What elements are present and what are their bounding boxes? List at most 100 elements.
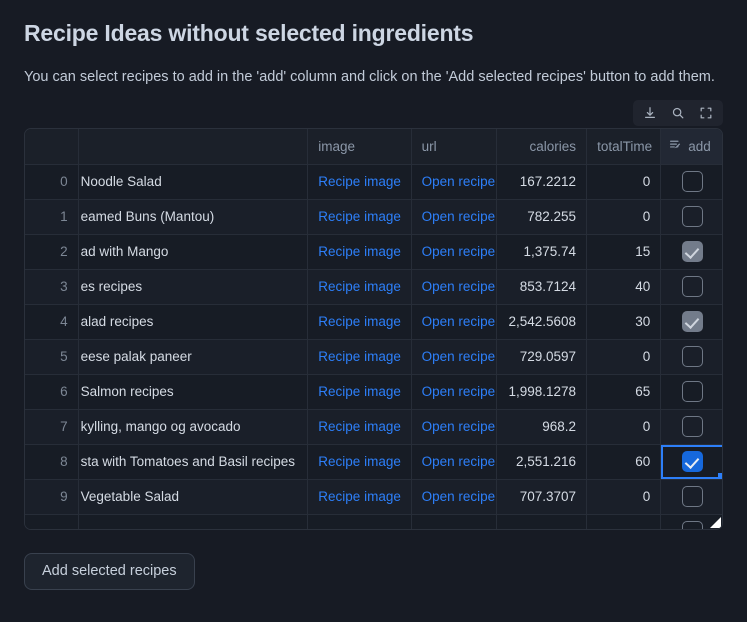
recipes-data-grid[interactable]: image url calories totalTime add 0 Noodl…: [24, 128, 723, 530]
cell-image-link[interactable]: Recipe image: [307, 304, 412, 340]
cell-image-link[interactable]: Recipe image: [307, 234, 412, 270]
cell-image-link[interactable]: Recipe image: [307, 479, 412, 515]
add-checkbox-checked[interactable]: [682, 241, 704, 262]
cell-url-link-anchor[interactable]: Open recipe: [422, 174, 496, 189]
add-checkbox-checked[interactable]: [682, 311, 704, 332]
cell-calories[interactable]: 782.255: [496, 199, 588, 235]
cell-totaltime[interactable]: 0: [586, 164, 662, 200]
cell-name[interactable]: kylling, mango og avocado: [78, 409, 309, 445]
column-header-url[interactable]: url: [411, 129, 497, 165]
table-row[interactable]: 5 eese palak paneer Recipe image Open recip…: [25, 339, 722, 375]
cell-image-link[interactable]: Recipe image: [307, 339, 412, 375]
cell-calories[interactable]: 1,375.74: [496, 234, 588, 270]
cell-url-link[interactable]: Open recipe: [411, 234, 497, 270]
cell-image-link[interactable]: Recipe image: [307, 444, 412, 480]
add-checkbox-unchecked[interactable]: [682, 346, 704, 367]
cell-image-link-anchor[interactable]: Recipe image: [318, 419, 401, 434]
cell-calories[interactable]: 729.0597: [496, 339, 588, 375]
add-checkbox-unchecked[interactable]: [682, 171, 704, 192]
cell-index[interactable]: 4: [25, 304, 79, 340]
cell-image-link[interactable]: Recipe image: [307, 269, 412, 305]
cell-index[interactable]: 2: [25, 234, 79, 270]
cell-name[interactable]: Vegetable Salad: [78, 479, 309, 515]
column-header-index[interactable]: [25, 129, 79, 165]
cell-totaltime[interactable]: 0: [586, 479, 662, 515]
cell-url-link-anchor[interactable]: Open recipe: [422, 279, 496, 294]
column-header-image[interactable]: image: [307, 129, 412, 165]
add-checkbox-unchecked[interactable]: [682, 486, 704, 507]
cell-url-link-anchor[interactable]: Open recipe: [422, 244, 496, 259]
cell-index[interactable]: 5: [25, 339, 79, 375]
cell-add[interactable]: [660, 339, 722, 375]
table-row[interactable]: 2 ad with Mango Recipe image Open recipe 1,3…: [25, 234, 722, 270]
column-header-add[interactable]: add: [660, 129, 722, 165]
table-row[interactable]: 6 Salmon recipes Recipe image Open recipe 1,…: [25, 374, 722, 410]
table-row[interactable]: 7 kylling, mango og avocado Recipe image Op…: [25, 409, 722, 445]
cell-totaltime[interactable]: 65: [586, 374, 662, 410]
download-icon[interactable]: [638, 103, 662, 123]
cell-name[interactable]: ad with Mango: [78, 234, 309, 270]
table-row[interactable]: 8 sta with Tomatoes and Basil recipes Reci…: [25, 444, 722, 480]
cell-url-link-anchor[interactable]: Open recipe: [422, 489, 496, 504]
add-checkbox-unchecked[interactable]: [682, 521, 704, 529]
cell-add[interactable]: [660, 164, 722, 200]
fullscreen-icon[interactable]: [694, 103, 718, 123]
search-icon[interactable]: [666, 103, 690, 123]
cell-index[interactable]: 0: [25, 164, 79, 200]
cell-image-link[interactable]: Recipe image: [307, 374, 412, 410]
cell-image-link-anchor[interactable]: Recipe image: [318, 349, 401, 364]
cell-image-link-anchor[interactable]: Recipe image: [318, 174, 401, 189]
table-row[interactable]: 9 Vegetable Salad Recipe image Open recipe 7…: [25, 479, 722, 515]
cell-calories[interactable]: 1,998.1278: [496, 374, 588, 410]
cell-name[interactable]: [78, 514, 309, 529]
cell-add[interactable]: [660, 374, 722, 410]
cell-url-link[interactable]: Open recipe: [411, 269, 497, 305]
cell-totaltime[interactable]: 30: [586, 304, 662, 340]
add-checkbox-unchecked[interactable]: [682, 276, 704, 297]
cell-url-link[interactable]: Open recipe: [411, 304, 497, 340]
cell-url-link-anchor[interactable]: Open recipe: [422, 209, 496, 224]
cell-image-link-anchor[interactable]: Recipe image: [318, 314, 401, 329]
add-selected-recipes-button[interactable]: Add selected recipes: [24, 553, 195, 590]
add-checkbox-unchecked[interactable]: [682, 206, 704, 227]
cell-index[interactable]: 1: [25, 199, 79, 235]
cell-add[interactable]: [660, 234, 722, 270]
cell-url-link[interactable]: Open recipe: [411, 339, 497, 375]
cell-totaltime[interactable]: 0: [586, 199, 662, 235]
cell-name[interactable]: eamed Buns (Mantou): [78, 199, 309, 235]
column-header-totaltime[interactable]: totalTime: [586, 129, 662, 165]
cell-index[interactable]: [25, 514, 79, 529]
table-row[interactable]: 0 Noodle Salad Recipe image Open recipe 167.…: [25, 164, 722, 200]
cell-index[interactable]: 6: [25, 374, 79, 410]
cell-calories[interactable]: 853.7124: [496, 269, 588, 305]
add-checkbox-unchecked[interactable]: [682, 416, 704, 437]
cell-image-link-anchor[interactable]: Recipe image: [318, 489, 401, 504]
cell-name[interactable]: Salmon recipes: [78, 374, 309, 410]
cell-index[interactable]: 8: [25, 444, 79, 480]
cell-index[interactable]: 3: [25, 269, 79, 305]
cell-image-link-anchor[interactable]: Recipe image: [318, 384, 401, 399]
cell-image-link[interactable]: [307, 514, 412, 529]
cell-name[interactable]: sta with Tomatoes and Basil recipes: [78, 444, 309, 480]
cell-url-link[interactable]: Open recipe: [411, 199, 497, 235]
cell-url-link[interactable]: [411, 514, 497, 529]
table-row[interactable]: 3 es recipes Recipe image Open recipe 853.71…: [25, 269, 722, 305]
cell-url-link-anchor[interactable]: Open recipe: [422, 314, 496, 329]
cell-url-link-anchor[interactable]: Open recipe: [422, 419, 496, 434]
cell-name[interactable]: es recipes: [78, 269, 309, 305]
column-header-name[interactable]: [78, 129, 309, 165]
cell-image-link[interactable]: Recipe image: [307, 164, 412, 200]
cell-add[interactable]: [660, 444, 722, 480]
cell-url-link-anchor[interactable]: Open recipe: [422, 349, 496, 364]
cell-calories[interactable]: [496, 514, 588, 529]
cell-url-link[interactable]: Open recipe: [411, 444, 497, 480]
cell-add[interactable]: [660, 479, 722, 515]
cell-totaltime[interactable]: 0: [586, 409, 662, 445]
cell-calories[interactable]: 968.2: [496, 409, 588, 445]
table-row[interactable]: [25, 514, 722, 529]
cell-calories[interactable]: 707.3707: [496, 479, 588, 515]
cell-image-link-anchor[interactable]: Recipe image: [318, 454, 401, 469]
table-row[interactable]: 4 alad recipes Recipe image Open recipe 2,54…: [25, 304, 722, 340]
cell-name[interactable]: alad recipes: [78, 304, 309, 340]
add-checkbox-unchecked[interactable]: [682, 381, 704, 402]
